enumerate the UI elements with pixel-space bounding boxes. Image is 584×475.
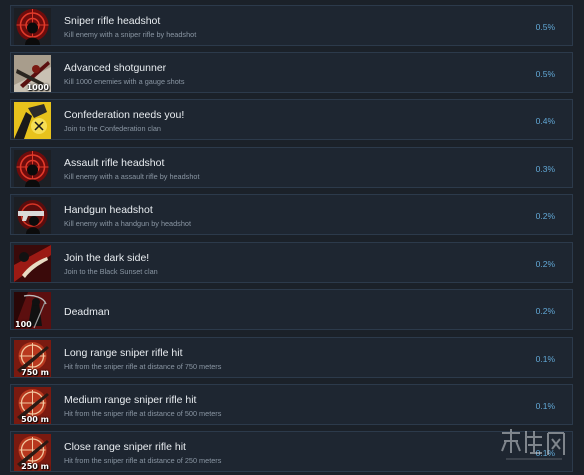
achievement-percent: 0.5% bbox=[535, 22, 555, 32]
achievement-title: Long range sniper rifle hit bbox=[64, 347, 183, 359]
sniper-scope-icon: 500 m bbox=[14, 387, 51, 424]
achievement-description: Join to the Black Sunset clan bbox=[64, 267, 158, 276]
reaper-icon: 100 bbox=[14, 292, 51, 329]
achievement-badge: 100 bbox=[15, 320, 32, 329]
shotgun-icon: 1000 bbox=[14, 55, 51, 92]
achievement-percent: 0.2% bbox=[535, 259, 555, 269]
achievement-description: Hit from the sniper rifle at distance of… bbox=[64, 362, 222, 371]
confederation-icon bbox=[14, 102, 51, 139]
crosshair-head-icon bbox=[14, 8, 51, 45]
achievement-row[interactable]: 250 m Close range sniper rifle hit Hit f… bbox=[10, 431, 573, 472]
achievement-row[interactable]: 500 m Medium range sniper rifle hit Hit … bbox=[10, 384, 573, 425]
achievement-row[interactable]: Sniper rifle headshot Kill enemy with a … bbox=[10, 5, 573, 46]
achievement-badge: 750 m bbox=[21, 368, 49, 377]
achievement-row[interactable]: Handgun headshot Kill enemy with a handg… bbox=[10, 194, 573, 235]
achievement-description: Hit from the sniper rifle at distance of… bbox=[64, 456, 222, 465]
achievement-title: Assault rifle headshot bbox=[64, 157, 165, 169]
handgun-head-icon bbox=[14, 197, 51, 234]
achievement-row[interactable]: 100 Deadman 0.2% bbox=[10, 289, 573, 330]
achievement-title: Medium range sniper rifle hit bbox=[64, 394, 197, 406]
achievement-percent: 0.4% bbox=[535, 116, 555, 126]
dark-side-icon bbox=[14, 245, 51, 282]
achievement-percent: 0.5% bbox=[535, 69, 555, 79]
achievement-description: Hit from the sniper rifle at distance of… bbox=[64, 409, 222, 418]
achievement-title: Sniper rifle headshot bbox=[64, 15, 161, 27]
achievement-description: Join to the Confederation clan bbox=[64, 124, 161, 133]
watermark-logo-icon bbox=[498, 427, 570, 467]
achievement-percent: 0.1% bbox=[535, 401, 555, 411]
achievement-badge: 500 m bbox=[21, 415, 49, 424]
achievement-row[interactable]: Confederation needs you! Join to the Con… bbox=[10, 99, 573, 140]
achievement-row[interactable]: Assault rifle headshot Kill enemy with a… bbox=[10, 147, 573, 188]
achievement-badge: 1000 bbox=[26, 83, 49, 92]
achievement-description: Kill 1000 enemies with a gauge shots bbox=[64, 77, 185, 86]
sniper-scope-icon: 250 m bbox=[14, 434, 51, 471]
achievements-list: Sniper rifle headshot Kill enemy with a … bbox=[0, 0, 584, 475]
achievement-percent: 0.2% bbox=[535, 211, 555, 221]
achievement-percent: 0.3% bbox=[535, 164, 555, 174]
achievement-title: Confederation needs you! bbox=[64, 109, 185, 121]
achievement-title: Advanced shotgunner bbox=[64, 62, 167, 74]
achievement-description: Kill enemy with a handgun by headshot bbox=[64, 219, 191, 228]
achievement-title: Join the dark side! bbox=[64, 252, 150, 264]
achievement-percent: 0.1% bbox=[535, 354, 555, 364]
achievement-badge: 250 m bbox=[21, 462, 49, 471]
sniper-scope-icon: 750 m bbox=[14, 340, 51, 377]
achievement-title: Handgun headshot bbox=[64, 204, 153, 216]
achievement-description: Kill enemy with a sniper rifle by headsh… bbox=[64, 30, 197, 39]
achievement-description: Kill enemy with a assault rifle by heads… bbox=[64, 172, 200, 181]
crosshair-head-icon bbox=[14, 150, 51, 187]
achievement-title: Deadman bbox=[64, 306, 110, 318]
achievement-row[interactable]: Join the dark side! Join to the Black Su… bbox=[10, 242, 573, 283]
achievement-row[interactable]: 1000 Advanced shotgunner Kill 1000 enemi… bbox=[10, 52, 573, 93]
achievement-percent: 0.2% bbox=[535, 306, 555, 316]
achievement-title: Close range sniper rifle hit bbox=[64, 441, 186, 453]
achievement-row[interactable]: 750 m Long range sniper rifle hit Hit fr… bbox=[10, 337, 573, 378]
